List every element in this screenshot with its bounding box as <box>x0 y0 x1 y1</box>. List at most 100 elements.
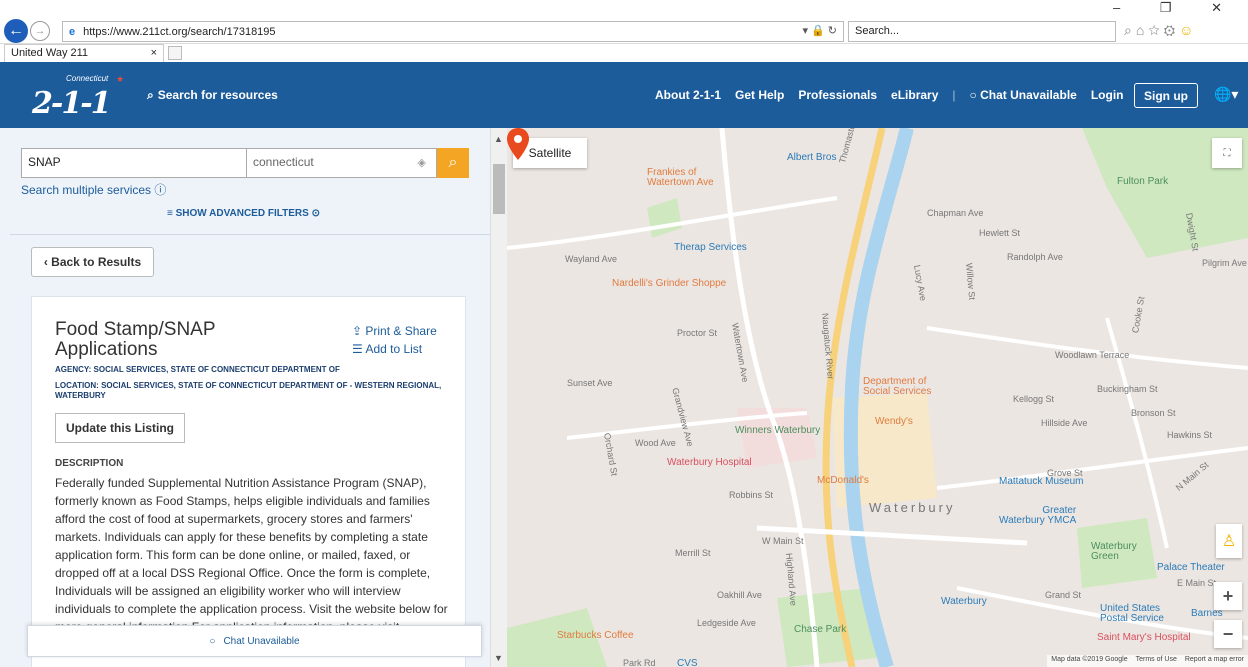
street-label: Woodlawn Terrace <box>1055 350 1130 360</box>
chat-icon: ○ <box>969 88 981 102</box>
toolbar-icons[interactable]: ⌕⌂☆⚙☺ <box>1124 22 1197 39</box>
nav-elibrary[interactable]: eLibrary <box>891 88 938 102</box>
panel-scrollbar[interactable]: ▲ ▼ <box>490 128 507 667</box>
location-input[interactable]: connecticut ◈ <box>247 148 437 178</box>
scroll-down-icon[interactable]: ▼ <box>494 653 503 663</box>
street-label: Randolph Ave <box>1007 252 1063 262</box>
map-poi[interactable]: Starbucks Coffee <box>557 630 634 641</box>
ie-icon: e <box>69 25 76 38</box>
map-poi[interactable]: Frankies of Watertown Ave <box>647 168 714 188</box>
site-header: Connecticut ★ 2-1-1 ⌕ Search for resource… <box>0 62 1248 128</box>
map-attribution: Map data ©2019 Google Terms of Use Repor… <box>1047 655 1248 667</box>
chat-bar[interactable]: ○ Chat Unavailable <box>27 625 482 657</box>
print-share-link[interactable]: ⇪ Print & Share <box>352 324 437 338</box>
nav-get-help[interactable]: Get Help <box>735 88 784 102</box>
location-value: connecticut <box>253 155 314 169</box>
street-label: Oakhill Ave <box>717 590 762 600</box>
search-resources-link[interactable]: ⌕ Search for resources <box>147 88 278 103</box>
map-poi[interactable]: Saint Mary's Hospital <box>1097 632 1191 643</box>
zoom-in-button[interactable]: + <box>1214 582 1242 610</box>
search-icon: ⌕ <box>448 154 458 171</box>
smiley-icon[interactable]: ☺ <box>1179 22 1197 38</box>
listing-title: Food Stamp/SNAP Applications <box>55 319 216 360</box>
list-icon: ☰ <box>352 342 366 356</box>
zoom-out-button[interactable]: − <box>1214 620 1242 648</box>
add-to-list-label: Add to List <box>365 342 423 356</box>
terms-link[interactable]: Terms of Use <box>1136 656 1177 666</box>
nav-professionals[interactable]: Professionals <box>798 88 877 102</box>
home-icon[interactable]: ⌂ <box>1136 22 1148 38</box>
add-to-list-link[interactable]: ☰ Add to List <box>352 342 422 356</box>
login-link[interactable]: Login <box>1091 88 1124 102</box>
street-label: Wood Ave <box>635 438 676 448</box>
map-poi[interactable]: Wendy's <box>875 416 913 427</box>
street-label: Bronson St <box>1131 408 1176 418</box>
description-heading: DESCRIPTION <box>55 458 124 469</box>
gear-icon[interactable]: ⚙ <box>1164 22 1179 38</box>
location-pin-icon[interactable] <box>507 128 529 160</box>
nav-about[interactable]: About 2-1-1 <box>655 88 721 102</box>
nav-divider: | <box>952 88 956 102</box>
description-text: Federally funded Supplemental Nutrition … <box>55 476 448 634</box>
filter-icon: ≡ <box>167 208 176 219</box>
map-poi[interactable]: Therap Services <box>674 242 747 253</box>
report-error-link[interactable]: Report a map error <box>1185 656 1244 666</box>
search-icon[interactable]: ⌕ <box>1124 22 1136 38</box>
scroll-up-icon[interactable]: ▲ <box>494 134 503 144</box>
search-multiple-link[interactable]: Search multiple services ⓘ <box>21 181 166 198</box>
map-poi[interactable]: Waterbury Hospital <box>667 457 752 468</box>
map[interactable]: Satellite ⛶ Albert Bros Frankies of Wate… <box>507 128 1248 667</box>
browser-chrome: ← → e https://www.211ct.org/search/17318… <box>0 0 1248 44</box>
advanced-filters-label: SHOW ADVANCED FILTERS <box>175 208 309 219</box>
locate-icon[interactable]: ◈ <box>418 156 426 169</box>
street-label: Hewlett St <box>979 228 1021 238</box>
map-poi[interactable]: Waterbury Green <box>1091 542 1137 562</box>
search-button[interactable]: ⌕ <box>437 148 469 178</box>
scroll-thumb[interactable] <box>493 164 505 214</box>
search-icon: ⌕ <box>147 88 154 102</box>
globe-icon[interactable]: 🌐▾ <box>1214 86 1238 103</box>
browser-search-input[interactable]: Search... <box>848 21 1116 42</box>
star-icon[interactable]: ☆ <box>1148 22 1163 38</box>
street-label: Pilgrim Ave <box>1202 258 1247 268</box>
window-controls[interactable]: – ❐ ✕ <box>1113 0 1240 16</box>
logo[interactable]: Connecticut ★ 2-1-1 <box>32 74 124 121</box>
back-to-results-button[interactable]: ‹ Back to Results <box>31 247 154 277</box>
street-label: Grove St <box>1047 468 1083 478</box>
search-bar: SNAP connecticut ◈ ⌕ <box>21 148 469 178</box>
map-poi[interactable]: Greater Waterbury YMCA <box>999 506 1076 526</box>
chat-link[interactable]: ○ Chat Unavailable <box>970 88 1077 102</box>
address-bar[interactable]: e https://www.211ct.org/search/17318195 … <box>62 21 844 42</box>
map-poi[interactable]: Palace Theater <box>1157 562 1225 573</box>
service-search-input[interactable]: SNAP <box>21 148 247 178</box>
map-poi[interactable]: United States Postal Service <box>1100 604 1164 624</box>
browser-tab[interactable]: United Way 211 × <box>4 44 164 62</box>
back-button[interactable]: ← <box>4 19 28 43</box>
location-link[interactable]: LOCATION: SOCIAL SERVICES, STATE OF CONN… <box>55 381 445 401</box>
agency-link[interactable]: AGENCY: SOCIAL SERVICES, STATE OF CONNEC… <box>55 365 445 374</box>
chevron-left-icon: ‹ <box>43 255 52 269</box>
search-resources-label: Search for resources <box>157 88 278 102</box>
signup-button[interactable]: Sign up <box>1134 83 1198 108</box>
map-poi[interactable]: CVS <box>677 658 698 667</box>
address-controls[interactable]: ▾ 🔒 ↻ <box>802 24 837 37</box>
map-poi[interactable]: Fulton Park <box>1117 176 1168 187</box>
map-poi[interactable]: Department of Social Services <box>863 377 931 397</box>
forward-button[interactable]: → <box>30 21 50 41</box>
close-tab-icon[interactable]: × <box>151 47 157 60</box>
street-label: Sunset Ave <box>567 378 613 388</box>
map-poi[interactable]: McDonald's <box>817 475 869 486</box>
update-listing-button[interactable]: Update this Listing <box>55 413 185 443</box>
map-poi[interactable]: Chase Park <box>794 624 846 635</box>
fullscreen-icon[interactable]: ⛶ <box>1212 138 1242 168</box>
map-poi[interactable]: Albert Bros <box>787 152 836 163</box>
map-poi[interactable]: Nardelli's Grinder Shoppe <box>612 278 726 289</box>
map-poi[interactable]: Winners Waterbury <box>735 425 820 436</box>
map-data-label: Map data ©2019 Google <box>1051 656 1128 663</box>
advanced-filters-toggle[interactable]: ≡ SHOW ADVANCED FILTERS ⊙ <box>167 208 320 219</box>
street-label: Chapman Ave <box>927 208 984 218</box>
pegman-icon[interactable]: ♙ <box>1216 524 1242 558</box>
new-tab-button[interactable] <box>168 46 182 60</box>
map-poi[interactable]: Waterbury <box>941 596 987 607</box>
street-label: W Main St <box>762 536 804 546</box>
